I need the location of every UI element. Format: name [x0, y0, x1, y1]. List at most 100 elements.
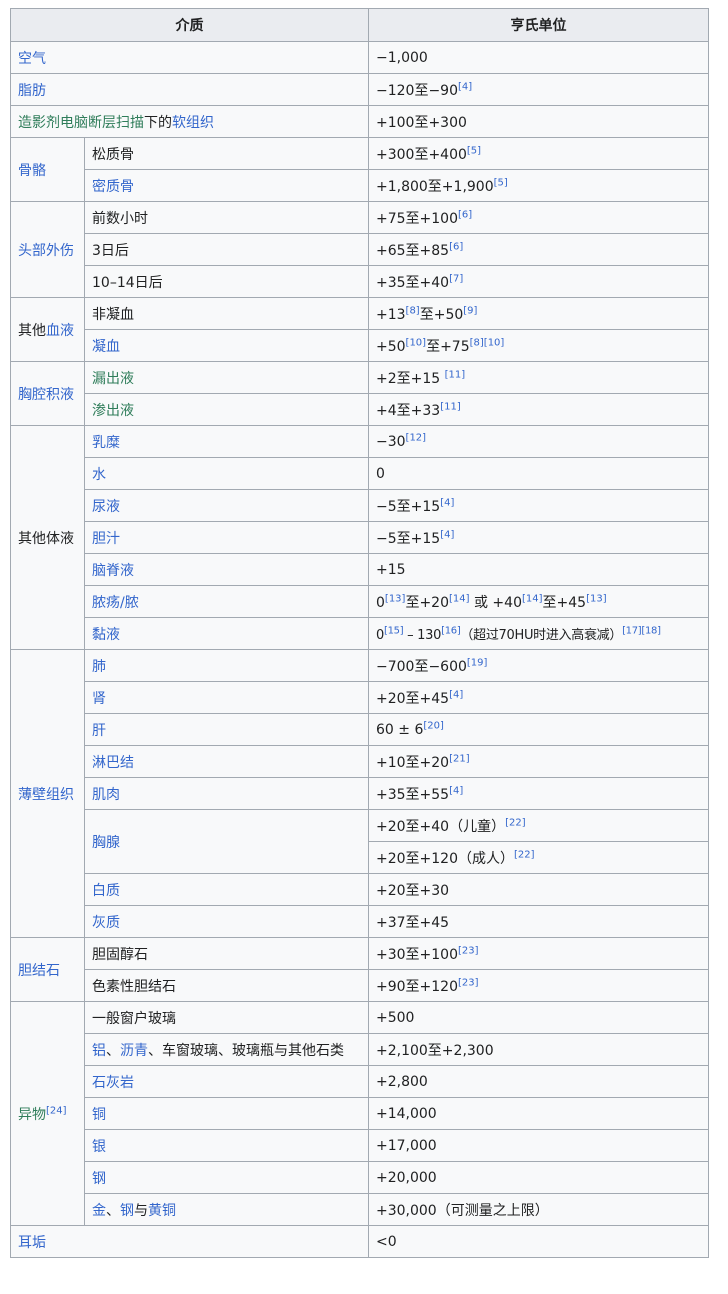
link-head-injury[interactable]: 头部外伤	[18, 243, 74, 259]
link-asphalt[interactable]: 沥青	[120, 1043, 148, 1059]
ref-link[interactable]: [5]	[467, 145, 481, 156]
value-air: −1,000	[368, 41, 709, 74]
ref-link[interactable]: [14]	[449, 593, 470, 604]
link-liver[interactable]: 肝	[92, 723, 106, 739]
link-white-matter[interactable]: 白质	[92, 883, 120, 899]
link-csf[interactable]: 脑脊液	[92, 563, 134, 579]
sub-label: 石灰岩	[84, 1065, 369, 1098]
ref-link[interactable]: [11]	[445, 369, 466, 380]
link-kidney[interactable]: 肾	[92, 691, 106, 707]
ref-link[interactable]: [6]	[458, 209, 472, 220]
link-lung[interactable]: 肺	[92, 659, 106, 675]
ref-link[interactable]: [17][18]	[622, 626, 661, 637]
link-urine[interactable]: 尿液	[92, 499, 120, 515]
link-earwax[interactable]: 耳垢	[18, 1235, 46, 1251]
link-exudate[interactable]: 渗出液	[92, 403, 134, 419]
link-bile[interactable]: 胆汁	[92, 531, 120, 547]
link-water[interactable]: 水	[92, 467, 106, 483]
ref-link[interactable]: [13]	[385, 593, 406, 604]
group-other-fluids: 其他体液	[10, 425, 85, 650]
link-fat[interactable]: 脂肪	[18, 83, 46, 99]
link-grey-matter[interactable]: 灰质	[92, 915, 120, 931]
ref-link[interactable]: [13]	[586, 593, 607, 604]
link-foreign-body[interactable]: 异物	[18, 1107, 46, 1123]
group-head-injury: 头部外伤	[10, 201, 85, 298]
ref-link[interactable]: [10]	[406, 337, 427, 348]
ref-link[interactable]: [16]	[441, 626, 461, 637]
sub-label: 非凝血	[84, 297, 369, 330]
ref-link[interactable]: [22]	[505, 817, 526, 828]
sub-label: 肺	[84, 649, 369, 682]
link-steel-2[interactable]: 钢	[120, 1203, 134, 1219]
value: +15	[368, 553, 709, 586]
link-bone[interactable]: 骨骼	[18, 163, 46, 179]
table-row: 尿液 −5至+15[4]	[11, 489, 709, 522]
ref-link[interactable]: [23]	[458, 977, 479, 988]
table-row: 灰质 +37至+45	[11, 905, 709, 938]
sub-label: 渗出液	[84, 393, 369, 426]
link-blood[interactable]: 血液	[46, 323, 74, 339]
ref-link[interactable]: [15]	[384, 626, 404, 637]
link-limestone[interactable]: 石灰岩	[92, 1075, 134, 1091]
ref-link[interactable]: [23]	[458, 945, 479, 956]
ref-link[interactable]: [22]	[514, 849, 535, 860]
ref-link[interactable]: [11]	[440, 401, 461, 412]
link-muscle[interactable]: 肌肉	[92, 787, 120, 803]
ref-link[interactable]: [12]	[406, 432, 427, 443]
link-aluminium[interactable]: 铝	[92, 1043, 106, 1059]
link-copper[interactable]: 铜	[92, 1107, 106, 1123]
ref-link[interactable]: [6]	[449, 241, 463, 252]
value: +2,800	[368, 1065, 709, 1098]
link-gold[interactable]: 金	[92, 1203, 106, 1219]
ref-link[interactable]: [4]	[449, 785, 463, 796]
link-brass[interactable]: 黄铜	[148, 1203, 176, 1219]
ref-link[interactable]: [14]	[522, 593, 543, 604]
link-soft-tissue[interactable]: 软组织	[172, 115, 214, 131]
link-gallstone[interactable]: 胆结石	[18, 963, 60, 979]
link-parenchyma[interactable]: 薄壁组织	[18, 787, 74, 803]
table-row: 凝血 +50[10]至+75[8][10]	[11, 329, 709, 362]
sub-label: 前数小时	[84, 201, 369, 234]
ref-link[interactable]: [8]	[406, 305, 420, 316]
link-steel[interactable]: 钢	[92, 1171, 106, 1187]
table-row: 脓疡/脓 0[13]至+20[14] 或 +40[14]至+45[13]	[11, 585, 709, 618]
ref-link[interactable]: [4]	[440, 529, 454, 540]
sub-label: 色素性胆结石	[84, 969, 369, 1002]
sub-label: 密质骨	[84, 169, 369, 202]
link-lymph-node[interactable]: 淋巴结	[92, 755, 134, 771]
link-pleural[interactable]: 胸腔积液	[18, 387, 74, 403]
link-transudate[interactable]: 漏出液	[92, 371, 134, 387]
table-row: 白质 +20至+30	[11, 873, 709, 906]
table-row: 造影剂电脑断层扫描下的软组织 +100至+300	[10, 105, 709, 138]
ref-link[interactable]: [9]	[463, 305, 477, 316]
ref-link[interactable]: [8][10]	[470, 337, 505, 348]
table-row: 头部外伤 前数小时 +75至+100[6]	[10, 201, 709, 298]
ref-link[interactable]: [5]	[494, 177, 508, 188]
table-row: 异物[24] 一般窗户玻璃 +500	[10, 1001, 709, 1226]
ref-link[interactable]: [4]	[458, 81, 472, 92]
link-silver[interactable]: 银	[92, 1139, 106, 1155]
ref-link[interactable]: [21]	[449, 753, 470, 764]
link-mucus[interactable]: 黏液	[92, 627, 120, 643]
header-hu: 亨氏单位	[368, 8, 709, 42]
table-row: 水 0	[11, 457, 709, 490]
ref-link[interactable]: [7]	[449, 273, 463, 284]
ref-link[interactable]: [4]	[440, 497, 454, 508]
value: +20至+45[4]	[368, 681, 709, 714]
link-cortical[interactable]: 密质骨	[92, 179, 134, 195]
link-thymus[interactable]: 胸腺	[92, 835, 120, 851]
sub-label: 漏出液	[84, 361, 369, 394]
link-chyle[interactable]: 乳糜	[92, 435, 120, 451]
value: +14,000	[368, 1097, 709, 1130]
link-contrast-ct[interactable]: 造影剂电脑断层扫描	[18, 115, 144, 131]
ref-link[interactable]: [4]	[449, 689, 463, 700]
ref-link[interactable]: [20]	[423, 720, 444, 731]
sub-label: 胸腺	[84, 809, 369, 874]
link-abscess[interactable]: 脓疡/脓	[92, 595, 139, 611]
ref-link[interactable]: [24]	[46, 1105, 67, 1116]
link-air[interactable]: 空气	[18, 51, 46, 67]
table-row: 其他体液 乳糜 −30[12]	[10, 425, 709, 650]
link-clot[interactable]: 凝血	[92, 339, 120, 355]
ref-link[interactable]: [19]	[467, 657, 488, 668]
value: 0[15] – 130[16]（超过70HU时进入高衰减）[17][18]	[368, 617, 709, 650]
